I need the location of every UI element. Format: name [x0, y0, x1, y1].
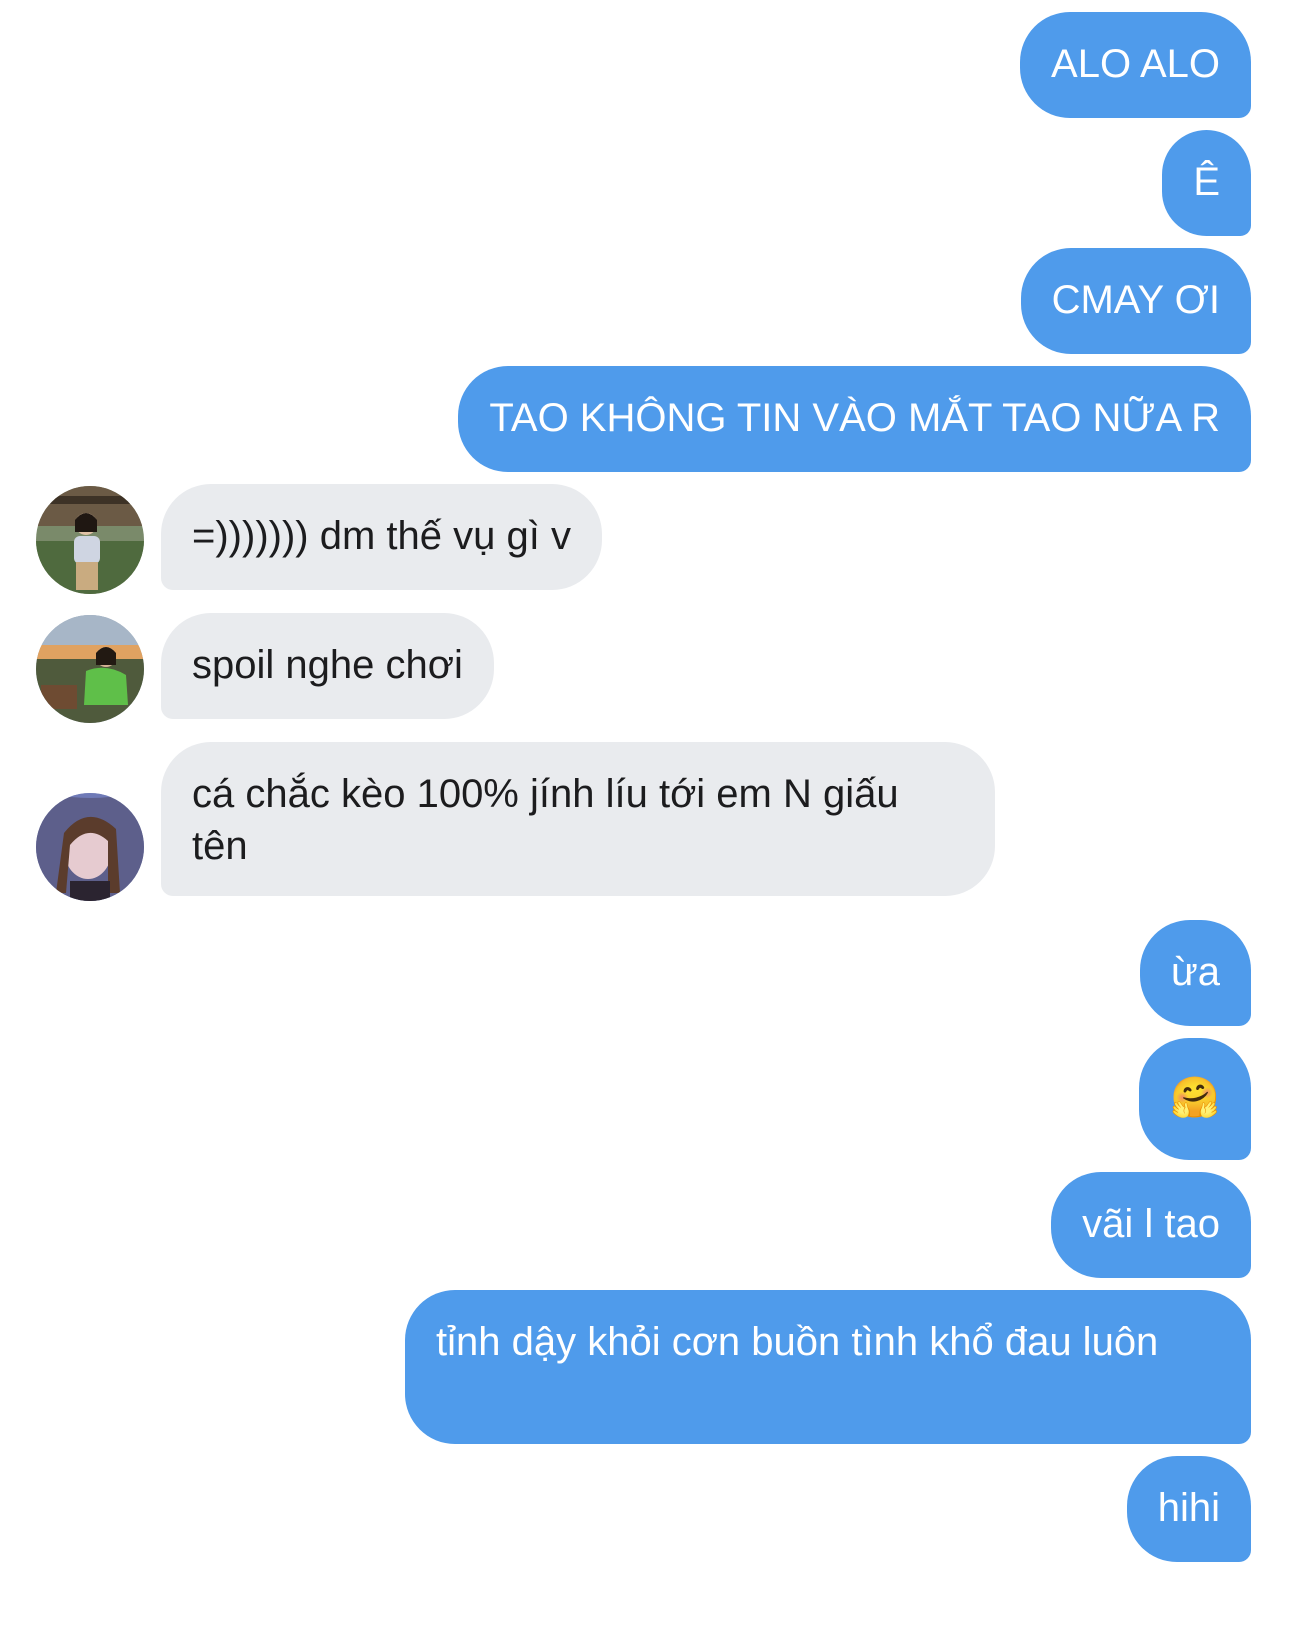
sender-avatar[interactable] [36, 793, 144, 901]
message-text: ALO ALO [1051, 42, 1220, 86]
outgoing-message-bubble[interactable]: TAO KHÔNG TIN VÀO MẮT TAO NỮA R [458, 366, 1251, 472]
avatar-photo-icon [36, 615, 144, 723]
incoming-message-bubble[interactable]: cá chắc kèo 100% jính líu tới em N giấu … [161, 742, 995, 896]
message-text: hihi [1157, 1486, 1220, 1530]
message-text: Ê [1193, 160, 1220, 204]
outgoing-message-bubble[interactable]: Ê [1162, 130, 1251, 236]
sender-avatar[interactable] [36, 486, 144, 594]
message-text: ừa [1170, 950, 1220, 994]
message-text: cá chắc kèo 100% jính líu tới em N giấu … [192, 772, 899, 868]
message-text: spoil nghe chơi [192, 643, 463, 687]
avatar-photo-icon [36, 793, 144, 901]
outgoing-message-bubble[interactable]: vãi l tao [1051, 1172, 1251, 1278]
message-text: CMAY ƠI [1051, 278, 1220, 322]
incoming-message-bubble[interactable]: spoil nghe chơi [161, 613, 494, 719]
avatar-photo-icon [36, 486, 144, 594]
outgoing-message-bubble[interactable]: hihi [1126, 1456, 1251, 1562]
outgoing-message-bubble[interactable]: CMAY ƠI [1020, 248, 1251, 354]
sender-avatar[interactable] [36, 615, 144, 723]
message-text: =))))))) dm thế vụ gì v [192, 514, 571, 558]
message-text: TAO KHÔNG TIN VÀO MẮT TAO NỮA R [489, 396, 1220, 440]
incoming-message-bubble[interactable]: =))))))) dm thế vụ gì v [161, 484, 602, 590]
outgoing-message-bubble[interactable]: 🤗 [1139, 1038, 1251, 1160]
outgoing-message-bubble[interactable]: ALO ALO [1020, 12, 1251, 118]
outgoing-message-bubble[interactable]: ừa [1139, 920, 1251, 1026]
message-text: tỉnh dậy khỏi cơn buồn tình khổ đau luôn [436, 1320, 1159, 1364]
outgoing-message-bubble[interactable]: tỉnh dậy khỏi cơn buồn tình khổ đau luôn [405, 1290, 1251, 1444]
message-text: vãi l tao [1082, 1202, 1220, 1246]
hugging-face-emoji-icon: 🤗 [1170, 1075, 1220, 1121]
